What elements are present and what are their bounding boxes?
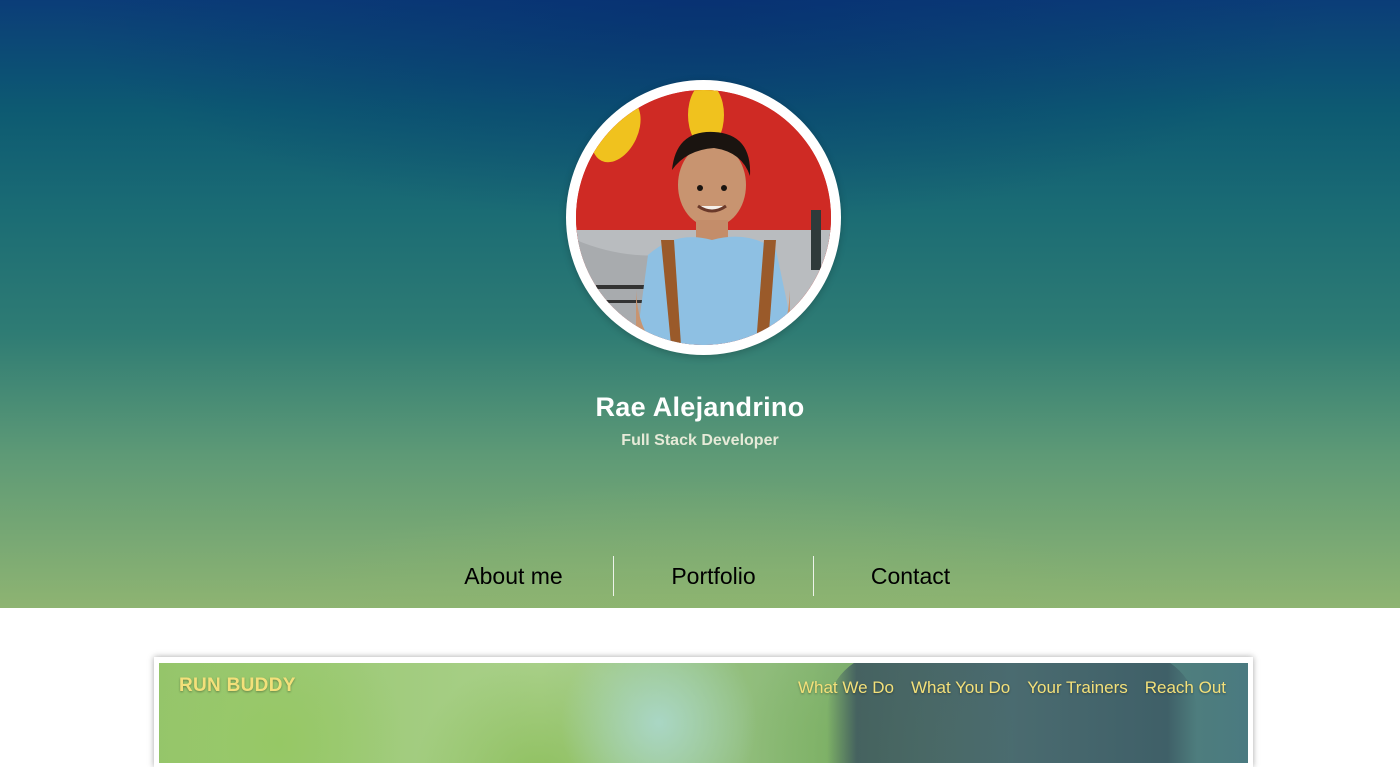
project-nav-your-trainers: Your Trainers	[1027, 678, 1128, 697]
profile-name: Rae Alejandrino	[595, 392, 805, 422]
hero-header: Rae Alejandrino Full Stack Developer Abo…	[0, 0, 1400, 608]
project-nav-what-you-do: What You Do	[911, 678, 1011, 697]
main-nav: About me Portfolio Contact	[414, 556, 1007, 596]
nav-item-portfolio[interactable]: Portfolio	[614, 563, 813, 590]
profile-title: Full Stack Developer	[621, 432, 779, 449]
project-nav-what-we-do: What We Do	[797, 678, 894, 697]
nav-item-about-me[interactable]: About me	[414, 563, 613, 590]
avatar-frame	[566, 80, 841, 355]
project-screenshot[interactable]: RUN BUDDY What We Do What You Do Your Tr…	[159, 663, 1248, 763]
project-nav: What We Do What You Do Your Trainers Rea…	[798, 678, 1226, 698]
project-brand: RUN BUDDY	[179, 675, 296, 696]
portfolio-project-card[interactable]: RUN BUDDY What We Do What You Do Your Tr…	[154, 657, 1253, 767]
nav-item-contact[interactable]: Contact	[814, 563, 1007, 590]
avatar	[576, 90, 831, 345]
project-nav-reach-out: Reach Out	[1144, 678, 1226, 697]
profile-photo-icon	[576, 90, 831, 345]
